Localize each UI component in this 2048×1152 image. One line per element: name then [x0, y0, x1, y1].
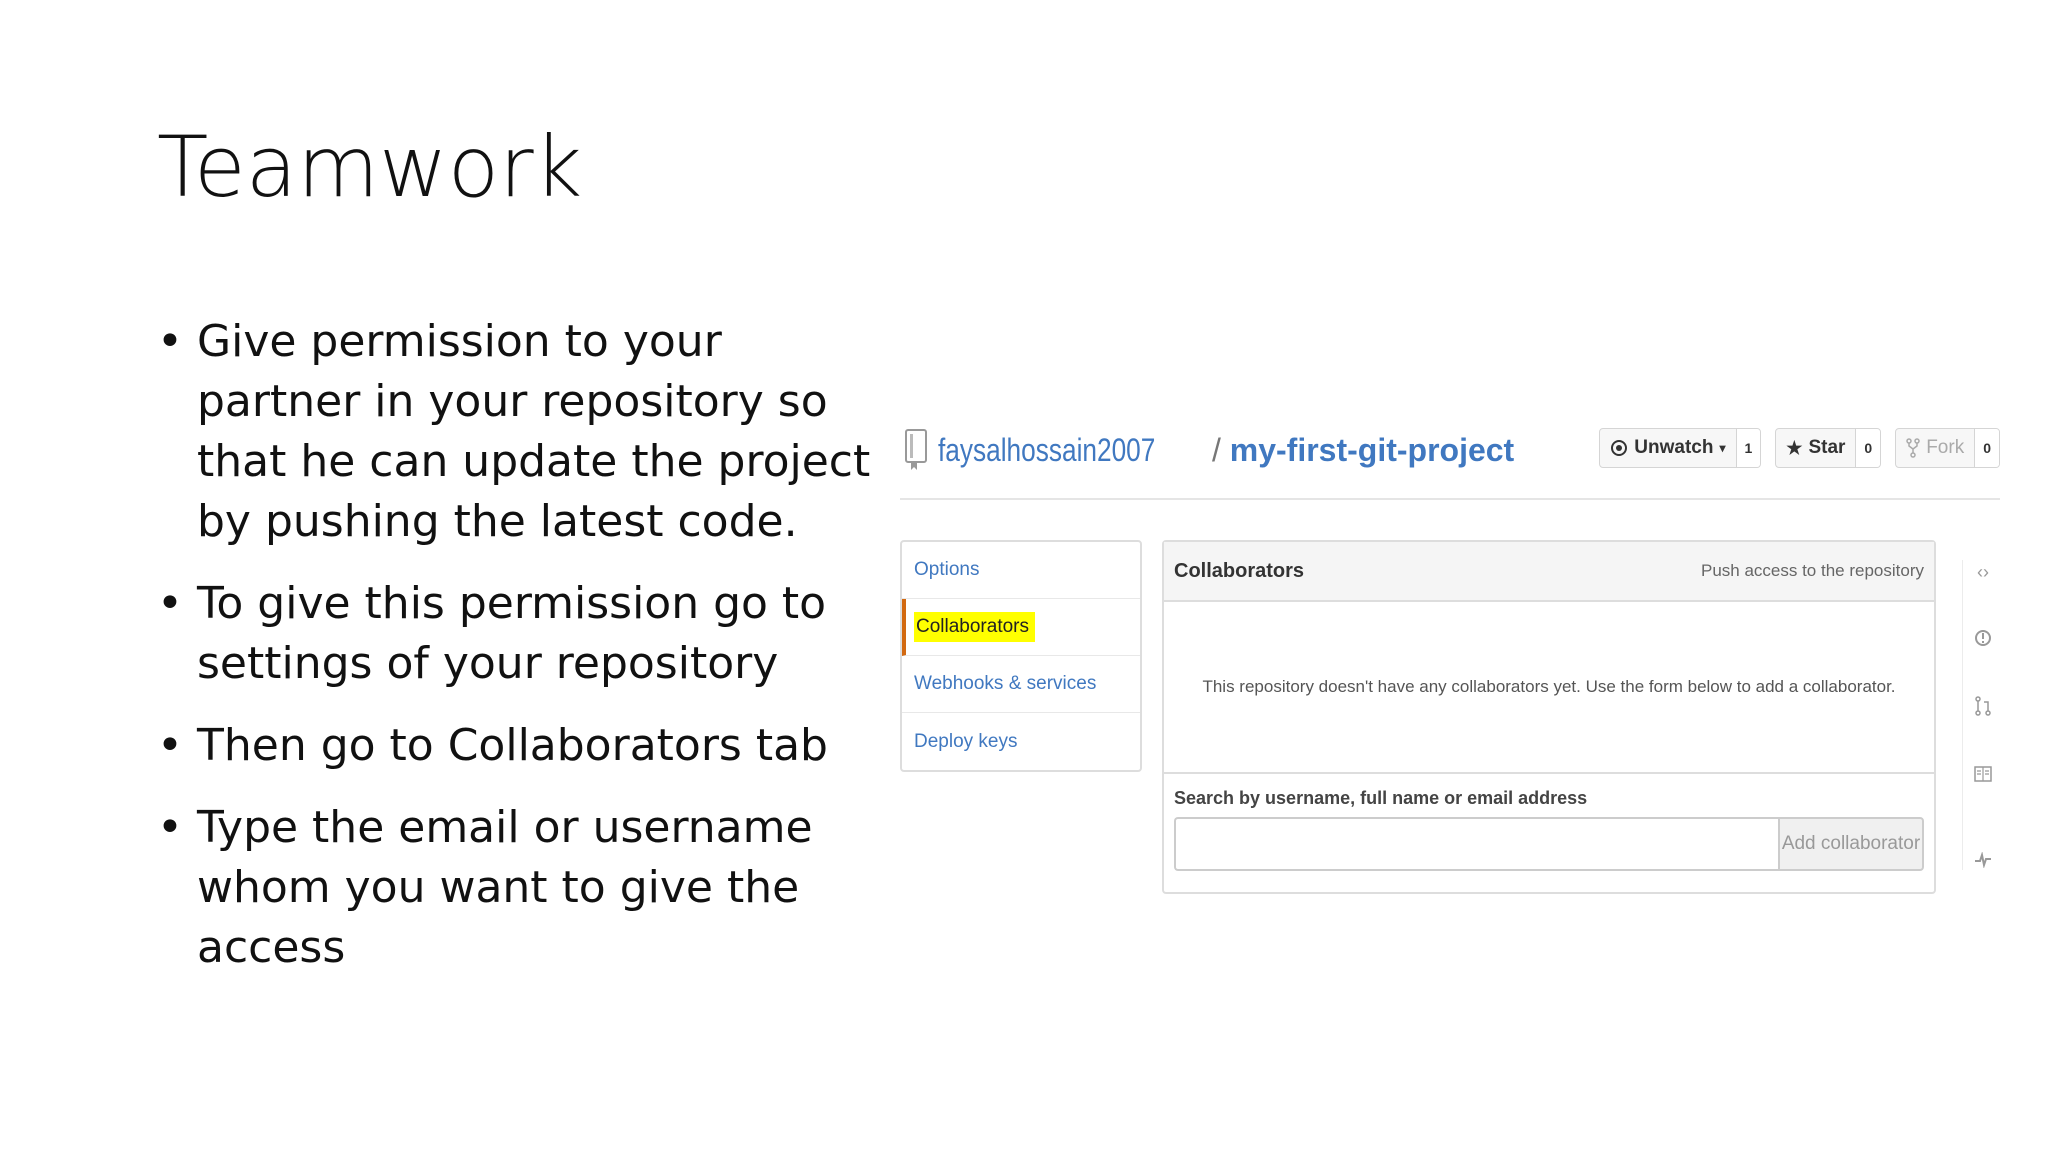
star-count[interactable]: 0 [1856, 429, 1881, 467]
pull-request-icon[interactable] [1973, 696, 1993, 716]
settings-menu: Options Collaborators Webhooks & service… [900, 540, 1142, 772]
code-icon[interactable]: ‹› [1973, 562, 1993, 582]
fork-icon [1906, 438, 1920, 458]
collaborators-title: Collaborators [1174, 559, 1305, 582]
add-collaborator-form: Search by username, full name or email a… [1164, 774, 1934, 885]
bullet-item: To give this permission go to settings o… [157, 574, 897, 694]
pulse-icon[interactable] [1973, 850, 1993, 870]
menu-item-label: Webhooks & services [914, 673, 1097, 694]
repo-name-link[interactable]: my-first-git-project [1230, 432, 1514, 468]
star-icon: ★ [1786, 437, 1803, 458]
menu-item-collaborators[interactable]: Collaborators [902, 599, 1140, 656]
bullet-item: Then go to Collaborators tab [157, 716, 897, 776]
caret-down-icon: ▾ [1719, 441, 1726, 455]
bullet-list: Give permission to your partner in your … [157, 312, 897, 1000]
collaborators-header: Collaborators Push access to the reposit… [1164, 542, 1934, 602]
bullet-item: Type the email or username whom you want… [157, 798, 897, 978]
menu-item-label: Options [914, 559, 980, 580]
slide-title: Teamwork [157, 118, 583, 216]
menu-item-options[interactable]: Options [902, 542, 1140, 599]
fork-count[interactable]: 0 [1975, 429, 1999, 467]
fork-button[interactable]: Fork [1896, 429, 1976, 467]
menu-item-deploy-keys[interactable]: Deploy keys [902, 713, 1140, 770]
star-button-group: ★ Star 0 [1775, 428, 1882, 468]
collaborators-panel: Collaborators Push access to the reposit… [1162, 540, 1936, 894]
menu-item-label: Collaborators [914, 612, 1035, 642]
search-row: Add collaborator [1174, 817, 1924, 871]
collaborators-subtitle: Push access to the repository [1700, 561, 1924, 580]
add-collaborator-button[interactable]: Add collaborator [1778, 817, 1924, 871]
star-label: Star [1808, 437, 1846, 458]
issues-icon[interactable] [1973, 628, 1993, 648]
github-settings-screenshot: faysalhossain2007 / my-first-git-project… [900, 420, 2000, 940]
path-separator: / [1203, 432, 1230, 468]
search-label: Search by username, full name or email a… [1174, 788, 1588, 808]
bullet-item: Give permission to your partner in your … [157, 312, 897, 552]
fork-label: Fork [1926, 437, 1965, 458]
repo-icon [905, 429, 927, 470]
menu-item-label: Deploy keys [914, 730, 1018, 752]
collaborators-empty-message: This repository doesn't have any collabo… [1164, 602, 1934, 774]
watch-count[interactable]: 1 [1736, 429, 1761, 467]
repo-header: faysalhossain2007 / my-first-git-project… [900, 420, 2000, 500]
repo-side-nav: ‹› [1962, 560, 1998, 870]
repo-action-buttons: Unwatch ▾ 1 ★ Star 0 Fork 0 [1599, 428, 2000, 468]
fork-button-group: Fork 0 [1895, 428, 2000, 468]
repo-path: faysalhossain2007 / my-first-git-project [938, 432, 1514, 469]
star-button[interactable]: ★ Star [1776, 429, 1857, 467]
unwatch-label: Unwatch [1634, 437, 1714, 458]
wiki-icon[interactable] [1973, 764, 1993, 784]
watch-button-group: Unwatch ▾ 1 [1599, 428, 1762, 468]
collaborator-search-input[interactable] [1174, 817, 1778, 871]
repo-owner-link[interactable]: faysalhossain2007 [938, 432, 1155, 469]
unwatch-button[interactable]: Unwatch ▾ [1600, 429, 1737, 467]
menu-item-webhooks[interactable]: Webhooks & services [902, 656, 1140, 713]
eye-icon [1611, 440, 1628, 456]
